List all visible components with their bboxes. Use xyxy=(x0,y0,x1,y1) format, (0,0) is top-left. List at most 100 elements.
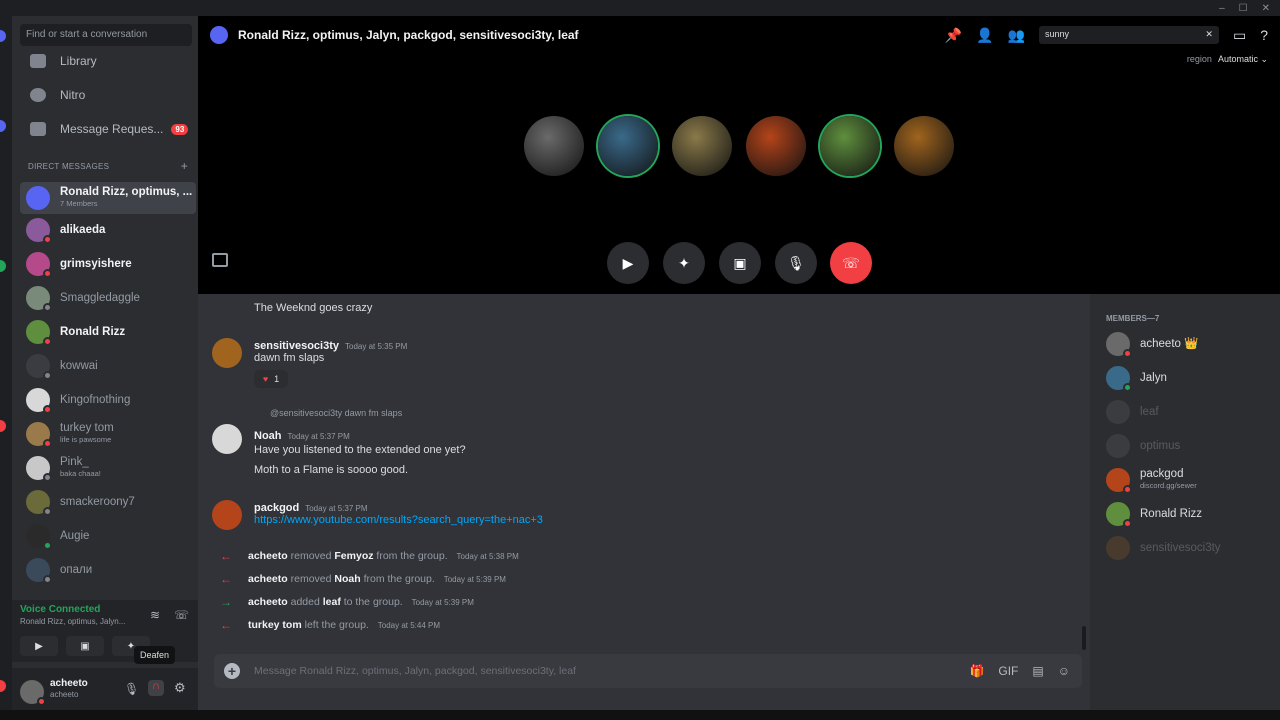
member-text: Jalyn xyxy=(1140,372,1167,384)
call-participant-avatar[interactable] xyxy=(524,116,584,176)
gift-icon[interactable]: 🎁 xyxy=(969,664,984,678)
dm-item[interactable]: Pink_ baka chaaa! xyxy=(20,452,196,484)
avatar[interactable] xyxy=(212,424,242,454)
dm-item[interactable]: Kingofnothing xyxy=(20,384,196,416)
video-button[interactable]: ▶ xyxy=(20,636,58,656)
server-indicator[interactable] xyxy=(0,260,6,272)
picture-in-picture-icon[interactable] xyxy=(212,253,228,267)
system-actor[interactable]: acheeto xyxy=(248,550,288,562)
help-icon[interactable]: ? xyxy=(1260,27,1268,43)
message-composer[interactable]: + Message Ronald Rizz, optimus, Jalyn, p… xyxy=(214,654,1082,688)
gear-icon[interactable]: ⚙ xyxy=(174,680,186,696)
member-item[interactable]: acheeto 👑 xyxy=(1106,332,1198,358)
system-target[interactable]: Noah xyxy=(334,573,360,585)
status-dot xyxy=(1123,485,1132,494)
call-participant-avatar[interactable] xyxy=(598,116,658,176)
microphone-icon[interactable]: 🎙 xyxy=(124,682,139,696)
dm-item[interactable]: Ronald Rizz, optimus, ... 7 Members xyxy=(20,182,196,214)
maximize-button[interactable]: ☐ xyxy=(1239,3,1248,14)
message-author[interactable]: Noah xyxy=(254,430,282,442)
gif-icon[interactable]: GIF xyxy=(998,664,1018,678)
region-selector[interactable]: region Automatic ⌄ xyxy=(1187,54,1268,65)
close-window-button[interactable]: ✕ xyxy=(1262,3,1270,14)
dm-item[interactable]: smackeroony7 xyxy=(20,486,196,518)
nav-nitro[interactable]: Nitro xyxy=(20,80,196,110)
region-value[interactable]: Automatic ⌄ xyxy=(1218,54,1268,64)
emoji-icon[interactable]: ☺ xyxy=(1058,664,1070,678)
server-indicator[interactable] xyxy=(0,30,6,42)
activity-button[interactable]: ✦ xyxy=(663,242,705,284)
call-participant-avatar[interactable] xyxy=(746,116,806,176)
arrow-left-icon: ← xyxy=(220,572,232,586)
member-item[interactable]: Jalyn xyxy=(1106,366,1167,392)
dm-item[interactable]: grimsyishere xyxy=(20,248,196,280)
dm-name: Augie xyxy=(60,529,90,542)
message-link[interactable]: https://www.youtube.com/results?search_q… xyxy=(254,514,543,526)
heart-reaction[interactable]: ♥ 1 xyxy=(254,370,288,388)
system-target[interactable]: leaf xyxy=(323,596,341,608)
system-rest: from the group. xyxy=(376,550,448,562)
conversation-search-input[interactable]: Find or start a conversation xyxy=(20,24,192,46)
member-list-icon[interactable]: 👥 xyxy=(1008,27,1025,44)
disconnect-icon[interactable]: ☏ xyxy=(174,608,189,622)
system-actor[interactable]: acheeto xyxy=(248,573,288,585)
message-author[interactable]: sensitivesoci3ty xyxy=(254,340,339,352)
nav-message-requests[interactable]: Message Reques... 93 xyxy=(20,114,196,144)
leave-call-button[interactable]: ☏ xyxy=(830,242,872,284)
voice-channel-name[interactable]: Ronald Rizz, optimus, Jalyn... xyxy=(20,617,125,626)
system-target[interactable]: Femyoz xyxy=(334,550,373,562)
sticker-icon[interactable]: ▤ xyxy=(1032,664,1043,678)
call-participant-avatar[interactable] xyxy=(672,116,732,176)
message-author[interactable]: packgod xyxy=(254,502,299,514)
system-actor[interactable]: acheeto xyxy=(248,596,288,608)
close-icon[interactable]: ✕ xyxy=(1205,29,1213,41)
pin-icon[interactable]: 📌 xyxy=(945,27,962,44)
member-item[interactable]: Ronald Rizz xyxy=(1106,502,1202,528)
dm-item[interactable]: Ronald Rizz xyxy=(20,316,196,348)
dm-name: alikaeda xyxy=(60,223,106,236)
taskbar xyxy=(0,710,1280,720)
dm-item[interactable]: Smaggledaggle xyxy=(20,282,196,314)
server-indicator[interactable] xyxy=(0,420,6,432)
dm-text: Smaggledaggle xyxy=(60,292,140,304)
voice-connected-label[interactable]: Voice Connected xyxy=(20,604,100,615)
dm-item[interactable]: turkey tom life is pawsome xyxy=(20,418,196,450)
message-input[interactable]: Message Ronald Rizz, optimus, Jalyn, pac… xyxy=(254,665,576,677)
call-participant-avatar[interactable] xyxy=(894,116,954,176)
reply-preview[interactable]: @sensitivesoci3ty dawn fm slaps xyxy=(270,408,402,418)
headphones-icon[interactable]: ∩ xyxy=(148,680,164,696)
member-item[interactable]: optimus xyxy=(1106,434,1180,458)
dm-item[interactable]: kowwai xyxy=(20,350,196,382)
avatar xyxy=(1106,434,1130,458)
screen-share-button[interactable]: ▣ xyxy=(719,242,761,284)
noise-suppression-icon[interactable]: ≋ xyxy=(150,608,160,622)
create-dm-button[interactable]: + xyxy=(181,159,188,173)
screen-share-button[interactable]: ▣ xyxy=(66,636,104,656)
arrow-left-icon: ← xyxy=(220,618,232,632)
screen-share-icon: ▣ xyxy=(80,640,90,652)
mute-button[interactable]: 🎙 xyxy=(775,242,817,284)
scrollbar[interactable] xyxy=(1082,626,1086,650)
avatar[interactable] xyxy=(20,680,46,706)
server-indicator[interactable] xyxy=(0,120,6,132)
member-item[interactable]: packgod discord.gg/sewer xyxy=(1106,468,1197,494)
call-participant-avatar[interactable] xyxy=(820,116,880,176)
server-indicator[interactable] xyxy=(0,680,6,692)
minimize-button[interactable]: – xyxy=(1219,3,1225,14)
system-actor[interactable]: turkey tom xyxy=(248,619,302,631)
camera-button[interactable]: ▶ xyxy=(607,242,649,284)
nav-library[interactable]: Library xyxy=(20,46,196,76)
member-item[interactable]: leaf xyxy=(1106,400,1159,424)
username[interactable]: acheeto xyxy=(50,678,88,689)
add-friend-icon[interactable]: 👤 xyxy=(976,27,993,44)
member-item[interactable]: sensitivesoci3ty xyxy=(1106,536,1221,560)
upload-button[interactable]: + xyxy=(224,663,240,679)
search-input[interactable]: sunny ✕ xyxy=(1038,26,1219,44)
dm-item[interactable]: Augie xyxy=(20,520,196,552)
avatar[interactable] xyxy=(212,500,242,530)
inbox-icon[interactable]: ▭ xyxy=(1233,27,1246,44)
dm-item[interactable]: alikaeda xyxy=(20,214,196,246)
system-verb: added xyxy=(290,596,320,608)
avatar[interactable] xyxy=(212,338,242,368)
dm-item[interactable]: опали xyxy=(20,554,196,586)
